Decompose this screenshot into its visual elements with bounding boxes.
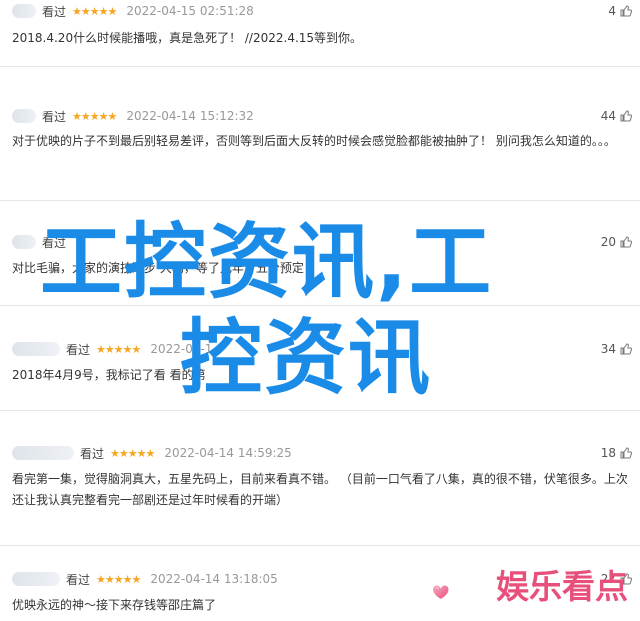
watched-label: 看过	[42, 109, 67, 124]
thumbs-up-icon[interactable]	[620, 236, 632, 248]
avatar[interactable]	[12, 572, 60, 586]
review-text: 对于优映的片子不到最后别轻易差评，否则等到后面大反转的时候会感觉脸都能被抽肿了！…	[12, 134, 616, 148]
avatar[interactable]	[12, 342, 60, 356]
helpful-vote[interactable]: 44	[601, 107, 632, 125]
helpful-vote[interactable]: 34	[601, 340, 632, 358]
helpful-count: 18	[600, 446, 616, 460]
star-rating: ★★★★★	[72, 4, 117, 18]
review-text: 看完第一集，觉得脑洞真大，五星先码上，目前来看真不错。 （目前一口气看了八集，真…	[12, 472, 628, 507]
review-meta: 看过 ★★★★★ 2022-04-15 02:51:28	[12, 2, 254, 20]
star-rating: ★★★★★	[110, 446, 155, 460]
helpful-vote[interactable]: 18	[601, 444, 632, 462]
star-rating: ★★★★★	[72, 109, 117, 123]
watermark-line-1: 工控资讯,工	[40, 215, 494, 310]
review-date: 2022-04-15 02:51:28	[126, 4, 254, 18]
watched-label: 看过	[42, 4, 67, 19]
star-rating: ★★★★★	[96, 572, 141, 586]
helpful-count: 34	[600, 342, 616, 356]
helpful-count: 44	[600, 109, 616, 123]
thumbs-up-icon[interactable]	[620, 343, 632, 355]
watched-label: 看过	[80, 446, 105, 461]
heart-logo-icon	[433, 585, 449, 600]
review-date: 2022-04-14 14:59:25	[164, 446, 292, 460]
thumbs-up-icon[interactable]	[620, 447, 632, 459]
review-meta: 看过 ★★★★★ 2022-04-14 15:12:32	[12, 107, 254, 125]
divider	[0, 200, 640, 201]
avatar[interactable]	[12, 109, 36, 123]
thumbs-up-icon[interactable]	[620, 110, 632, 122]
star-rating: ★★★★★	[96, 342, 141, 356]
helpful-vote[interactable]: 20	[601, 233, 632, 251]
review-text: 2018.4.20什么时候能播哦，真是急死了！ //2022.4.15等到你。	[12, 31, 363, 45]
watermark-line-2: 控资讯	[180, 311, 433, 406]
review-meta: 看过 ★★★★★ 2022-04-14 14:59:25	[12, 444, 292, 462]
review-meta: 看过 ★★★★★ 2022-04-14 13:18:05	[12, 570, 278, 588]
thumbs-up-icon[interactable]	[620, 5, 632, 17]
divider	[0, 410, 640, 411]
review-date: 2022-04-14 13:18:05	[150, 572, 278, 586]
review-item: 看过 ★★★★★ 2022-04-14 14:59:25 18 看完第一集，觉得…	[0, 410, 640, 540]
avatar[interactable]	[12, 4, 36, 18]
divider	[0, 66, 640, 67]
review-date: 2022-04-14 15:12:32	[126, 109, 254, 123]
watched-label: 看过	[66, 572, 91, 587]
watched-label: 看过	[66, 342, 91, 357]
helpful-count: 20	[600, 235, 616, 249]
review-item: 看过 ★★★★★ 2022-04-15 02:51:28 4 2018.4.20…	[0, 0, 640, 65]
divider	[0, 545, 640, 546]
helpful-vote[interactable]: 4	[608, 2, 632, 20]
avatar[interactable]	[12, 446, 74, 460]
logo-text: 娱乐看点	[496, 567, 628, 606]
helpful-count: 4	[608, 4, 616, 18]
review-item: 看过 ★★★★★ 2022-04-14 15:12:32 44 对于优映的片子不…	[0, 66, 640, 191]
avatar[interactable]	[12, 235, 36, 249]
